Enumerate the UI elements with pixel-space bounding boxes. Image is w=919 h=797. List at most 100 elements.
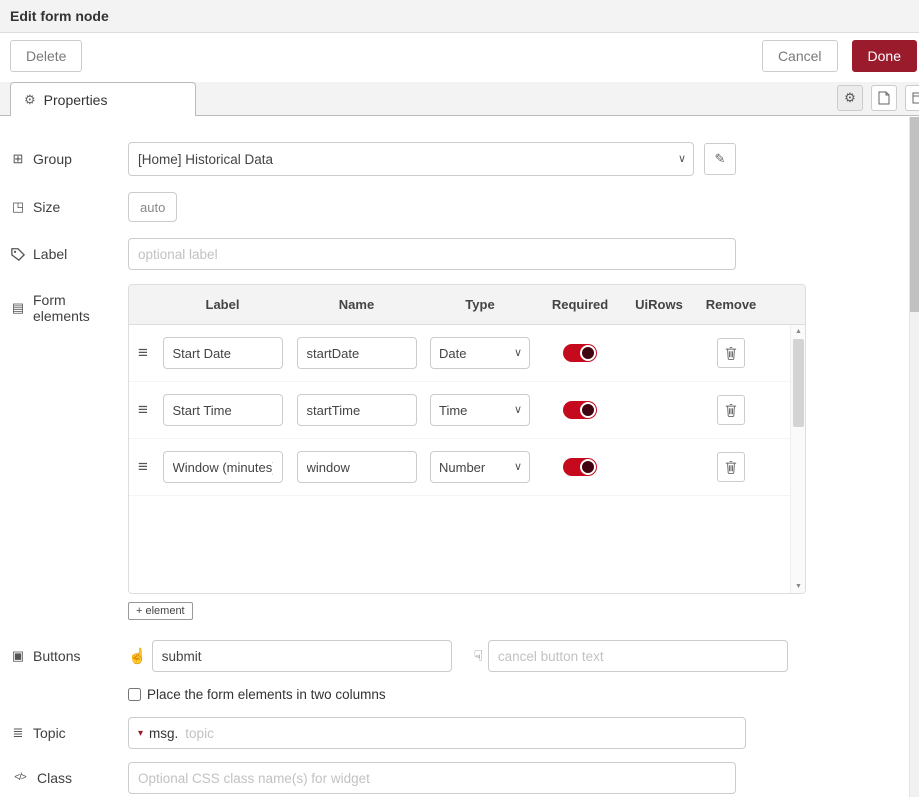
buttons-row: ▣ Buttons ☝ ☟ <box>10 640 919 672</box>
label-input[interactable] <box>128 238 736 270</box>
two-columns-checkbox[interactable] <box>128 688 141 701</box>
column-header-remove: Remove <box>693 297 769 312</box>
size-row: ◳ Size auto <box>10 192 919 222</box>
table-body: ≡ Date ∨ <box>129 325 805 593</box>
topic-prefix-label: msg. <box>149 726 178 741</box>
thumb-up-icon: ☝ <box>128 647 147 665</box>
panel-icon <box>912 92 919 104</box>
table-row: ≡ Time ∨ <box>129 382 805 439</box>
element-label-input[interactable] <box>163 394 283 426</box>
scroll-up-icon[interactable]: ▲ <box>791 328 806 335</box>
tab-properties[interactable]: ⚙ Properties <box>10 82 196 116</box>
element-name-input[interactable] <box>297 451 417 483</box>
two-columns-row: Place the form elements in two columns <box>128 687 919 702</box>
buttons-field-label: ▣ Buttons <box>10 648 128 664</box>
required-toggle[interactable] <box>563 458 597 476</box>
table-scrollbar-thumb[interactable] <box>793 339 804 427</box>
trash-icon <box>725 403 737 417</box>
column-header-uirows: UiRows <box>625 297 693 312</box>
buttons-icon: ▣ <box>10 649 26 664</box>
element-type-select[interactable]: Number <box>430 451 530 483</box>
trash-icon <box>725 460 737 474</box>
trash-icon <box>725 346 737 360</box>
tab-properties-label: Properties <box>44 92 108 108</box>
class-row: </> Class <box>10 762 919 794</box>
list-icon: ▤ <box>10 301 26 316</box>
size-label-text: Size <box>33 199 60 215</box>
cancel-button-text-input[interactable] <box>488 640 788 672</box>
topic-label-text: Topic <box>33 725 66 741</box>
class-label-text: Class <box>37 770 72 786</box>
label-row: Label <box>10 238 919 270</box>
add-element-button[interactable]: + element <box>128 602 193 620</box>
class-input[interactable] <box>128 762 736 794</box>
caret-down-icon: ▾ <box>138 728 143 739</box>
drag-handle-icon[interactable]: ≡ <box>138 457 148 476</box>
dialog-title: Edit form node <box>10 8 109 24</box>
element-name-input[interactable] <box>297 394 417 426</box>
form-elements-field-label: ▤ Form elements <box>10 284 128 324</box>
required-toggle[interactable] <box>563 401 597 419</box>
label-field-label: Label <box>10 246 128 262</box>
node-settings-button[interactable]: ⚙ <box>837 85 863 111</box>
group-field-label: ⊞ Group <box>10 151 128 167</box>
delete-element-button[interactable] <box>717 395 745 425</box>
dialog-header: Edit form node <box>0 0 919 33</box>
delete-element-button[interactable] <box>717 452 745 482</box>
tab-bar-buttons: ⚙ <box>837 85 919 111</box>
group-label-text: Group <box>33 151 72 167</box>
properties-gear-icon: ⚙ <box>24 92 36 108</box>
form-elements-row: ▤ Form elements Label Name Type Required… <box>10 284 919 620</box>
properties-panel: ⊞ Group [Home] Historical Data ∨ ✎ ◳ Siz… <box>0 116 919 796</box>
element-type-select[interactable]: Date <box>430 337 530 369</box>
group-icon: ⊞ <box>10 152 26 167</box>
cancel-button[interactable]: Cancel <box>762 40 838 72</box>
column-header-type: Type <box>425 297 535 312</box>
size-field-label: ◳ Size <box>10 199 128 215</box>
form-elements-table: Label Name Type Required UiRows Remove ≡ <box>128 284 806 594</box>
delete-element-button[interactable] <box>717 338 745 368</box>
topic-typed-input: ▾ msg. <box>128 717 746 749</box>
form-elements-editor: Label Name Type Required UiRows Remove ≡ <box>128 284 806 620</box>
delete-button[interactable]: Delete <box>10 40 82 72</box>
vertical-scrollbar[interactable] <box>909 117 919 797</box>
required-toggle[interactable] <box>563 344 597 362</box>
topic-input[interactable] <box>185 718 745 748</box>
dialog-button-bar: Delete Cancel Done <box>0 33 919 79</box>
done-button[interactable]: Done <box>852 40 917 72</box>
panel-toggle-button[interactable] <box>905 85 919 111</box>
gear-icon: ⚙ <box>844 90 856 106</box>
tag-icon <box>10 247 26 261</box>
drag-handle-icon[interactable]: ≡ <box>138 343 148 362</box>
class-field-label: </> Class <box>10 770 128 786</box>
column-header-required: Required <box>535 297 625 312</box>
topic-row: ≣ Topic ▾ msg. <box>10 717 919 749</box>
column-header-name: Name <box>288 297 425 312</box>
element-type-select[interactable]: Time <box>430 394 530 426</box>
tab-bar: ⚙ Properties ⚙ <box>0 82 919 116</box>
element-label-input[interactable] <box>163 451 283 483</box>
element-label-input[interactable] <box>163 337 283 369</box>
topic-icon: ≣ <box>10 726 26 741</box>
buttons-label-text: Buttons <box>33 648 80 664</box>
code-icon: </> <box>10 772 30 784</box>
form-elements-label-text: Form elements <box>33 292 93 324</box>
element-name-input[interactable] <box>297 337 417 369</box>
scroll-down-icon[interactable]: ▼ <box>791 583 806 590</box>
table-scrollbar[interactable]: ▲ ▼ <box>790 325 805 593</box>
document-icon <box>878 91 890 105</box>
node-description-button[interactable] <box>871 85 897 111</box>
two-columns-label[interactable]: Place the form elements in two columns <box>147 687 386 702</box>
edit-group-button[interactable]: ✎ <box>704 143 736 175</box>
toggle-knob <box>580 459 596 475</box>
vertical-scrollbar-thumb[interactable] <box>910 117 919 312</box>
size-auto-button[interactable]: auto <box>128 192 177 222</box>
topic-type-button[interactable]: ▾ msg. <box>129 718 185 748</box>
toggle-knob <box>580 345 596 361</box>
size-icon: ◳ <box>10 200 26 215</box>
group-select-wrap: [Home] Historical Data ∨ <box>128 142 694 176</box>
group-row: ⊞ Group [Home] Historical Data ∨ ✎ <box>10 142 919 176</box>
drag-handle-icon[interactable]: ≡ <box>138 400 148 419</box>
group-select[interactable]: [Home] Historical Data <box>128 142 694 176</box>
submit-button-text-input[interactable] <box>152 640 452 672</box>
